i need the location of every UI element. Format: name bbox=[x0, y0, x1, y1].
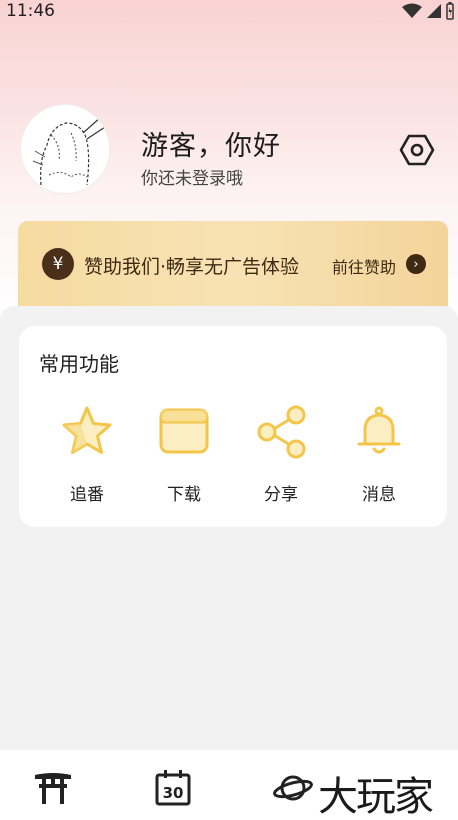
greeting-title: 游客，你好 bbox=[141, 131, 281, 162]
calendar-icon: 30 bbox=[155, 770, 191, 806]
function-download[interactable]: 下载 bbox=[144, 404, 224, 505]
status-time: 11:46 bbox=[6, 1, 55, 21]
settings-hexagon-icon bbox=[399, 134, 435, 166]
signal-icon bbox=[427, 4, 441, 18]
settings-button[interactable] bbox=[397, 130, 437, 170]
yuan-coin-icon: ¥ bbox=[42, 248, 74, 280]
function-follow-anime[interactable]: 追番 bbox=[47, 404, 127, 505]
function-label: 消息 bbox=[362, 485, 396, 505]
function-label: 下载 bbox=[167, 485, 201, 505]
function-messages[interactable]: 消息 bbox=[339, 404, 419, 505]
avatar-sketch-image bbox=[22, 106, 109, 193]
wifi-icon bbox=[402, 3, 422, 18]
nav-discover[interactable] bbox=[272, 768, 314, 808]
status-icons bbox=[402, 2, 454, 20]
battery-icon bbox=[446, 2, 454, 20]
bell-icon bbox=[351, 404, 407, 460]
function-label: 追番 bbox=[70, 485, 104, 505]
svg-text:30: 30 bbox=[163, 784, 184, 802]
planet-icon bbox=[273, 775, 313, 801]
profile-section: 游客，你好 你还未登录哦 bbox=[0, 100, 458, 200]
nav-home[interactable] bbox=[32, 768, 74, 808]
status-bar: 11:46 bbox=[0, 0, 458, 22]
sponsor-banner[interactable]: ¥ 赞助我们·畅享无广告体验 前往赞助 › bbox=[18, 221, 448, 311]
common-functions-title: 常用功能 bbox=[39, 352, 119, 376]
avatar[interactable] bbox=[20, 104, 110, 194]
watermark-logo: 大玩家 bbox=[318, 774, 434, 820]
function-share[interactable]: 分享 bbox=[241, 404, 321, 505]
nav-schedule[interactable]: 30 bbox=[152, 768, 194, 808]
chevron-right-icon[interactable]: › bbox=[406, 254, 426, 274]
torii-gate-icon bbox=[35, 773, 71, 804]
sponsor-link[interactable]: 前往赞助 bbox=[332, 254, 396, 278]
login-hint[interactable]: 你还未登录哦 bbox=[141, 164, 243, 189]
sponsor-text: 赞助我们·畅享无广告体验 bbox=[84, 256, 300, 278]
star-icon bbox=[59, 404, 115, 460]
common-functions-card: 常用功能 追番 下载 分享 消息 bbox=[19, 326, 447, 527]
folder-icon bbox=[156, 404, 212, 460]
share-icon bbox=[253, 404, 309, 460]
function-label: 分享 bbox=[264, 485, 298, 505]
